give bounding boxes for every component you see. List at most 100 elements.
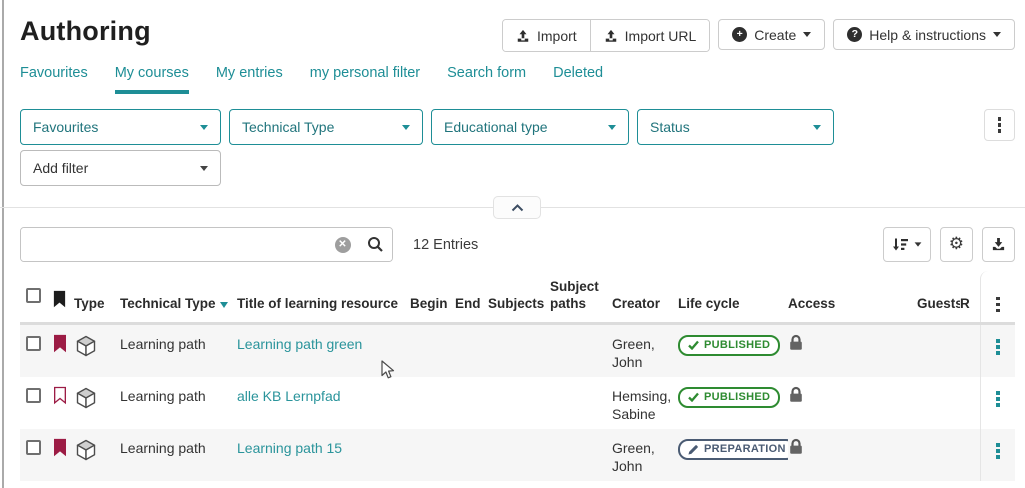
table-row: Learning path Learning path green Green,…	[20, 325, 1015, 377]
creator-cell: Green, John	[612, 429, 678, 475]
import-url-button[interactable]: Import URL	[590, 20, 710, 51]
row-actions-kebab-icon[interactable]	[996, 443, 1000, 459]
filter-divider	[0, 196, 1025, 220]
add-filter-row: Add filter	[0, 145, 1025, 186]
lifecycle-badge-label: PREPARATION	[704, 442, 786, 456]
column-header-title[interactable]: Title of learning resource	[237, 296, 410, 322]
row-actions-kebab-icon[interactable]	[996, 391, 1000, 407]
tab-favourites[interactable]: Favourites	[20, 65, 88, 94]
settings-button[interactable]: ⚙	[940, 227, 973, 262]
filter-favourites-label: Favourites	[33, 119, 98, 135]
row-actions-kebab-icon[interactable]	[996, 339, 1000, 355]
creator-line1: Hemsing,	[612, 387, 678, 405]
row-checkbox[interactable]	[26, 440, 41, 455]
row-checkbox[interactable]	[26, 388, 41, 403]
add-filter-select[interactable]: Add filter	[20, 150, 221, 186]
chevron-down-icon	[803, 32, 811, 37]
bookmark-column-header[interactable]	[52, 290, 74, 322]
column-header-begin[interactable]: Begin	[410, 296, 455, 322]
filter-educational-type-select[interactable]: Educational type	[431, 109, 629, 145]
import-url-button-label: Import URL	[625, 28, 697, 44]
column-header-subjects[interactable]: Subjects	[488, 296, 550, 322]
lock-icon	[788, 334, 804, 351]
filter-status-select[interactable]: Status	[637, 109, 834, 145]
lock-icon	[788, 386, 804, 403]
add-filter-label: Add filter	[33, 160, 88, 176]
table-tools: ⚙	[883, 227, 1015, 262]
tab-my-courses[interactable]: My courses	[115, 65, 189, 94]
clear-search-button[interactable]: ✕	[326, 228, 359, 261]
tab-my-personal-filter[interactable]: my personal filter	[310, 65, 420, 94]
column-header-access[interactable]: Access	[788, 296, 917, 322]
tab-deleted[interactable]: Deleted	[553, 65, 603, 94]
chevron-down-icon	[993, 32, 1001, 37]
import-button-group: Import Import URL	[502, 19, 710, 52]
download-button[interactable]	[982, 227, 1015, 262]
check-icon	[688, 392, 699, 402]
create-button[interactable]: + Create	[718, 19, 825, 50]
question-circle-icon: ?	[847, 27, 862, 42]
column-header-end[interactable]: End	[455, 296, 488, 322]
bookmark-icon[interactable]	[52, 438, 68, 457]
lock-icon	[788, 438, 804, 455]
chevron-down-icon	[813, 125, 821, 130]
check-icon	[688, 340, 699, 350]
top-bar: Authoring Import Import URL + Create ? H…	[0, 0, 1025, 52]
sort-button[interactable]	[883, 227, 931, 262]
creator-line2: Sabine	[612, 405, 678, 423]
creator-line2: John	[612, 353, 678, 371]
column-header-life-cycle[interactable]: Life cycle	[678, 296, 788, 322]
bookmark-icon[interactable]	[52, 334, 68, 353]
pencil-icon	[688, 444, 699, 455]
column-header-type[interactable]: Type	[74, 296, 120, 322]
technical-type-cell: Learning path	[120, 325, 237, 353]
column-options-kebab-icon[interactable]	[996, 297, 1000, 313]
import-button[interactable]: Import	[503, 20, 590, 51]
filter-more-options-button[interactable]	[984, 109, 1015, 141]
technical-type-header-label: Technical Type	[120, 296, 216, 311]
tab-search-form[interactable]: Search form	[447, 65, 526, 94]
column-header-results-truncated[interactable]: R	[960, 296, 980, 322]
select-all-checkbox[interactable]	[26, 288, 41, 303]
learning-path-cube-icon	[74, 334, 98, 358]
tab-bar: Favourites My courses My entries my pers…	[0, 65, 1025, 94]
column-header-creator[interactable]: Creator	[612, 296, 678, 322]
resource-title-link[interactable]: Learning path 15	[237, 440, 342, 456]
search-button[interactable]	[359, 228, 392, 261]
help-instructions-button[interactable]: ? Help & instructions	[833, 19, 1015, 50]
chevron-up-icon	[511, 204, 524, 212]
filter-educational-type-label: Educational type	[444, 119, 548, 135]
window-border	[2, 0, 4, 488]
learning-path-cube-icon	[74, 386, 98, 410]
collapse-filters-button[interactable]	[493, 196, 541, 219]
technical-type-cell: Learning path	[120, 429, 237, 457]
upload-icon	[604, 29, 618, 43]
resource-title-link[interactable]: alle KB Lernpfad	[237, 388, 341, 404]
chevron-down-icon	[914, 242, 921, 246]
creator-line2: John	[612, 457, 678, 475]
filter-technical-type-select[interactable]: Technical Type	[229, 109, 423, 145]
row-actions-cell	[980, 377, 1015, 429]
bookmark-icon[interactable]	[52, 386, 68, 405]
row-actions-cell	[980, 429, 1015, 481]
lifecycle-badge-label: PUBLISHED	[704, 338, 770, 352]
lifecycle-badge: PUBLISHED	[678, 387, 780, 408]
row-checkbox[interactable]	[26, 336, 41, 351]
lifecycle-badge: PUBLISHED	[678, 335, 780, 356]
tab-my-entries[interactable]: My entries	[216, 65, 283, 94]
table-header-row: Type Technical Type Title of learning re…	[20, 271, 1015, 325]
chevron-down-icon	[402, 125, 410, 130]
resource-title-link[interactable]: Learning path green	[237, 336, 362, 352]
table-row: Learning path alle KB Lernpfad Hemsing, …	[20, 377, 1015, 429]
search-input[interactable]	[21, 228, 326, 261]
chevron-down-icon	[200, 125, 208, 130]
page-title: Authoring	[20, 16, 151, 47]
column-header-technical-type[interactable]: Technical Type	[120, 296, 237, 322]
column-header-guests[interactable]: Guests	[917, 296, 960, 322]
creator-cell: Hemsing, Sabine	[612, 377, 678, 423]
filter-favourites-select[interactable]: Favourites	[20, 109, 221, 145]
help-button-label: Help & instructions	[869, 27, 986, 43]
column-header-subject-paths[interactable]: Subject paths	[550, 279, 612, 322]
gear-icon: ⚙	[949, 236, 964, 253]
chevron-down-icon	[608, 125, 616, 130]
